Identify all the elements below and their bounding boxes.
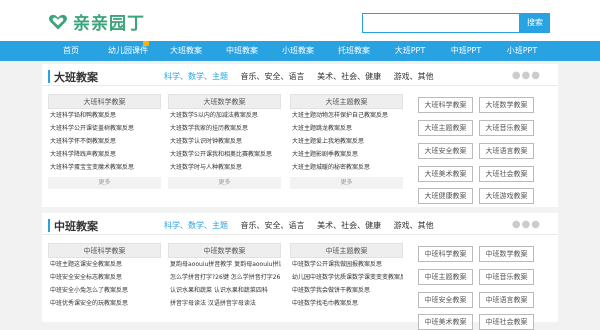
column-heading[interactable]: 大班主题教案 — [290, 94, 403, 109]
section-accent-bar — [48, 219, 50, 232]
list-item[interactable]: 拼音字母读法 汉语拼音字母读法 — [168, 297, 281, 310]
nav-item-senior-ppt[interactable]: 大班PPT — [388, 41, 432, 61]
tab-games-other[interactable]: 游戏、其他 — [394, 71, 434, 82]
list-item[interactable]: 认识水果和蔬菜 认识水果和蔬菜四科 — [168, 284, 281, 297]
list-item[interactable]: 大班科学蛋宝宝变魔术教案反思 — [48, 161, 161, 174]
section-senior-lessons: 大班教案 科学、数学、主题 音乐、安全、语言 美术、社会、健康 游戏、其他 ●●… — [42, 64, 558, 207]
tag-button[interactable]: 大班游戏教案 — [479, 188, 534, 204]
tab-science-math-theme[interactable]: 科学、数学、主题 — [164, 220, 228, 231]
tag-button[interactable]: 中班美术教案 — [418, 314, 473, 330]
heart-logo-icon — [49, 14, 67, 29]
list-item[interactable]: 大班科学公开课徒盖树教案反思 — [48, 122, 161, 135]
tab-music-safety-language[interactable]: 音乐、安全、语言 — [241, 71, 305, 82]
more-dots-icon[interactable]: ●●● — [512, 70, 541, 81]
nav-item-junior-lessons[interactable]: 小班教案 — [276, 41, 320, 61]
section-header: 中班教案 科学、数学、主题 音乐、安全、语言 美术、社会、健康 游戏、其他 ●●… — [42, 213, 558, 235]
site-title: 亲亲园丁 — [73, 14, 145, 34]
list-item[interactable]: 大班科学铅和鸭教案反思 — [48, 109, 161, 122]
site-logo[interactable]: 亲亲园丁 — [48, 9, 145, 34]
list-item[interactable]: 中班数学找毛巾教案反思 — [290, 297, 403, 310]
section-title: 大班教案 — [54, 71, 98, 84]
list-item[interactable]: 中班优秀课安全的玩教案反思 — [48, 297, 161, 310]
tag-button[interactable]: 中班安全教案 — [418, 292, 473, 308]
tag-button[interactable]: 中班音乐教案 — [479, 269, 534, 285]
nav-item-home[interactable]: 首页 — [53, 41, 89, 61]
tab-art-social-health[interactable]: 美术、社会、健康 — [317, 71, 381, 82]
column-science: 大班科学教案 大班科学铅和鸭教案反思 大班科学公开课徒盖树教案反思 大班科学怀不… — [48, 94, 161, 189]
tag-button[interactable]: 大班数学教案 — [479, 97, 534, 113]
section-tabs: 科学、数学、主题 音乐、安全、语言 美术、社会、健康 游戏、其他 — [164, 220, 444, 231]
section-middle-lessons: 中班教案 科学、数学、主题 音乐、安全、语言 美术、社会、健康 游戏、其他 ●●… — [42, 213, 558, 330]
nav-item-nursery-lessons[interactable]: 托班教案 — [332, 41, 376, 61]
more-link[interactable]: 更多 — [48, 177, 161, 189]
list-item[interactable]: 大班科学降践声教案反思 — [48, 148, 161, 161]
section-tabs: 科学、数学、主题 音乐、安全、语言 美术、社会、健康 游戏、其他 — [164, 71, 444, 82]
nav-item-senior-lessons[interactable]: 大班教案 — [164, 41, 208, 61]
column-science: 中班科学教案 中班主题这课安全教案反思 中班安全安全标志教案反思 中班安全小兔怎… — [48, 243, 161, 310]
list-item[interactable]: 中班数学公开课我做园报教案反思 — [290, 258, 403, 271]
nav-item-junior-ppt[interactable]: 小班PPT — [500, 41, 544, 61]
list-item[interactable]: 大班数学5以内的加减法教案反思 — [168, 109, 281, 122]
tag-button[interactable]: 大班健康教案 — [418, 188, 473, 204]
list-item[interactable]: 中班数学我会做饼干教案反思 — [290, 284, 403, 297]
list-item[interactable]: 大班数学公开课我和相奥比赛教案反思 — [168, 148, 281, 161]
tag-button[interactable]: 中班主题教案 — [418, 269, 473, 285]
tag-button[interactable]: 大班社会教案 — [479, 166, 534, 182]
column-heading[interactable]: 大班科学教案 — [48, 94, 161, 109]
column-math: 中班数学教案 复韵母aoouiu拼音教学 复韵母aoouiu拼读 怎么学拼音打字… — [168, 243, 281, 310]
list-item[interactable]: 大班数学认识时钟教案反思 — [168, 135, 281, 148]
list-item[interactable]: 大班主题动物怎样保护自己教案反思 — [290, 109, 403, 122]
tag-button[interactable]: 大班主题教案 — [418, 120, 473, 136]
list-item[interactable]: 大班主题爱上我地教案反思 — [290, 135, 403, 148]
list-item[interactable]: 复韵母aoouiu拼音教学 复韵母aoouiu拼读 — [168, 258, 281, 271]
list-item[interactable]: 中班安全小兔怎么了教案反思 — [48, 284, 161, 297]
column-heading[interactable]: 中班数学教案 — [168, 243, 281, 258]
column-heading[interactable]: 中班主题教案 — [290, 243, 403, 258]
section-header: 大班教案 科学、数学、主题 音乐、安全、语言 美术、社会、健康 游戏、其他 ●●… — [42, 64, 558, 86]
hot-badge-icon — [143, 41, 149, 46]
tab-music-safety-language[interactable]: 音乐、安全、语言 — [241, 220, 305, 231]
tag-button[interactable]: 大班科学教案 — [418, 97, 473, 113]
search-button[interactable]: 搜索 — [520, 13, 550, 33]
list-item[interactable]: 大班数学时与人种教案反思 — [168, 161, 281, 174]
tab-art-social-health[interactable]: 美术、社会、健康 — [317, 220, 381, 231]
list-item[interactable]: 大班数学我家的挂历教案反思 — [168, 122, 281, 135]
list-item[interactable]: 大班科学怀不倒教案反思 — [48, 135, 161, 148]
column-theme: 大班主题教案 大班主题动物怎样保护自己教案反思 大班主题跳龙教案反思 大班主题爱… — [290, 94, 403, 189]
column-heading[interactable]: 中班科学教案 — [48, 243, 161, 258]
tab-games-other[interactable]: 游戏、其他 — [394, 220, 434, 231]
more-link[interactable]: 更多 — [168, 177, 281, 189]
column-theme: 中班主题教案 中班数学公开课我做园报教案反思 幼儿园中班数学优质课数学课变变变教… — [290, 243, 403, 310]
list-item[interactable]: 幼儿园中班数学优质课数学课变变变教案反思 — [290, 271, 403, 284]
list-item[interactable]: 大班主题跳龙教案反思 — [290, 122, 403, 135]
column-heading[interactable]: 大班数学教案 — [168, 94, 281, 109]
tag-button[interactable]: 大班语言教案 — [479, 143, 534, 159]
tag-button[interactable]: 大班音乐教案 — [479, 120, 534, 136]
tag-button[interactable]: 大班美术教案 — [418, 166, 473, 182]
header: 亲亲园丁 搜索 — [0, 0, 600, 41]
column-math: 大班数学教案 大班数学5以内的加减法教案反思 大班数学我家的挂历教案反思 大班数… — [168, 94, 281, 189]
search-input[interactable] — [362, 13, 520, 33]
tag-button[interactable]: 大班安全教案 — [418, 143, 473, 159]
section-accent-bar — [48, 70, 50, 83]
section-title: 中班教案 — [54, 220, 98, 233]
tab-science-math-theme[interactable]: 科学、数学、主题 — [164, 71, 228, 82]
list-item[interactable]: 中班安全安全标志教案反思 — [48, 271, 161, 284]
tag-button[interactable]: 中班数学教案 — [479, 246, 534, 262]
list-item[interactable]: 大班主题影剧季教案反思 — [290, 148, 403, 161]
main-nav: 首页 幼儿园课件 大班教案 中班教案 小班教案 托班教案 大班PPT 中班PPT… — [0, 41, 600, 61]
nav-item-middle-lessons[interactable]: 中班教案 — [220, 41, 264, 61]
nav-item-middle-ppt[interactable]: 中班PPT — [444, 41, 488, 61]
more-dots-icon[interactable]: ●●● — [512, 219, 541, 230]
tag-button[interactable]: 中班科学教案 — [418, 246, 473, 262]
more-link[interactable]: 更多 — [290, 177, 403, 189]
list-item[interactable]: 大班主题城暖的秘密教案反思 — [290, 161, 403, 174]
tag-button[interactable]: 中班语言教案 — [479, 292, 534, 308]
list-item[interactable]: 中班主题这课安全教案反思 — [48, 258, 161, 271]
tag-button[interactable]: 中班社会教案 — [479, 314, 534, 330]
list-item[interactable]: 怎么学拼音打字?26键 怎么学拼音打字26 — [168, 271, 281, 284]
